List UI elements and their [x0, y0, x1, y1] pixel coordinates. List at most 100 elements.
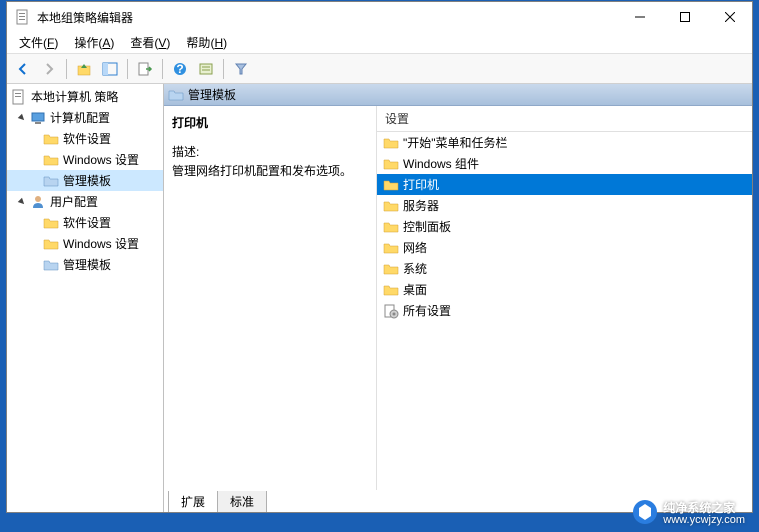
detail-desc-text: 管理网络打印机配置和发布选项。 — [172, 162, 368, 179]
list-item-label: 系统 — [403, 260, 427, 277]
titlebar: 本地组策略编辑器 — [7, 2, 752, 32]
watermark: 纯净系统之家 www.ycwjzy.com — [631, 498, 745, 526]
folder-icon — [43, 236, 59, 252]
folder-icon — [383, 261, 399, 277]
list-item-label: 网络 — [403, 239, 427, 256]
watermark-url: www.ycwjzy.com — [663, 514, 745, 526]
detail-pane: 打印机 描述: 管理网络打印机配置和发布选项。 — [164, 106, 377, 490]
detail-title: 打印机 — [172, 114, 368, 131]
user-icon — [30, 194, 46, 210]
list-item[interactable]: Windows 组件 — [377, 153, 752, 174]
tree-computer-config[interactable]: 计算机配置 — [7, 107, 163, 128]
list-item[interactable]: 桌面 — [377, 279, 752, 300]
menu-file[interactable]: 文件(F) — [11, 32, 66, 53]
help-button[interactable]: ? — [168, 57, 192, 81]
folder-icon — [383, 240, 399, 256]
list-item[interactable]: 服务器 — [377, 195, 752, 216]
list-item-label: 所有设置 — [403, 302, 451, 319]
folder-icon — [383, 282, 399, 298]
toolbar-separator — [66, 59, 67, 79]
list-item-label: 服务器 — [403, 197, 439, 214]
right-body: 打印机 描述: 管理网络打印机配置和发布选项。 设置 "开始"菜单和任务栏 Win… — [164, 106, 752, 490]
filter-button[interactable] — [229, 57, 253, 81]
tree-software-settings[interactable]: 软件设置 — [7, 128, 163, 149]
list-item[interactable]: 控制面板 — [377, 216, 752, 237]
list-item-label: Windows 组件 — [403, 155, 479, 172]
list-pane[interactable]: 设置 "开始"菜单和任务栏 Windows 组件打印机服务器控制面板网络系统桌面所… — [377, 106, 752, 490]
tree-label: 管理模板 — [63, 256, 111, 273]
tree-label: 管理模板 — [63, 172, 111, 189]
folder-icon — [168, 87, 184, 103]
menu-help[interactable]: 帮助(H) — [178, 32, 235, 53]
tab-standard[interactable]: 标准 — [217, 491, 267, 512]
policy-icon — [11, 89, 27, 105]
list-item-label: 打印机 — [403, 176, 439, 193]
list-item[interactable]: 打印机 — [377, 174, 752, 195]
computer-icon — [30, 110, 46, 126]
right-pane: 管理模板 打印机 描述: 管理网络打印机配置和发布选项。 设置 "开始"菜单和任… — [164, 84, 752, 512]
forward-button[interactable] — [37, 57, 61, 81]
toolbar-separator — [127, 59, 128, 79]
folder-icon — [43, 173, 59, 189]
list-item[interactable]: 网络 — [377, 237, 752, 258]
tree-label: Windows 设置 — [63, 151, 139, 168]
tree-label: 本地计算机 策略 — [31, 88, 118, 105]
show-hide-tree-button[interactable] — [98, 57, 122, 81]
tree-collapse-icon[interactable] — [15, 111, 29, 125]
list-item-label: "开始"菜单和任务栏 — [403, 134, 508, 151]
folder-icon — [383, 198, 399, 214]
folder-icon — [383, 177, 399, 193]
close-button[interactable] — [707, 2, 752, 32]
list-item-label: 控制面板 — [403, 218, 451, 235]
folder-icon — [43, 257, 59, 273]
tree-label: 计算机配置 — [50, 109, 110, 126]
folder-icon — [43, 215, 59, 231]
tree-label: 软件设置 — [63, 214, 111, 231]
settings-icon — [383, 303, 399, 319]
tree-windows-settings[interactable]: Windows 设置 — [7, 149, 163, 170]
list-item[interactable]: "开始"菜单和任务栏 — [377, 132, 752, 153]
menu-view[interactable]: 查看(V) — [122, 32, 178, 53]
tree-root[interactable]: 本地计算机 策略 — [7, 86, 163, 107]
tree-label: 软件设置 — [63, 130, 111, 147]
toolbar-separator — [162, 59, 163, 79]
folder-icon — [383, 135, 399, 151]
tree-label: Windows 设置 — [63, 235, 139, 252]
tree-software-settings[interactable]: 软件设置 — [7, 212, 163, 233]
toolbar-separator — [223, 59, 224, 79]
content-area: 本地计算机 策略 计算机配置 软件设置 Windows 设置 — [7, 84, 752, 512]
watermark-brand: 纯净系统之家 — [663, 499, 745, 516]
menubar: 文件(F) 操作(A) 查看(V) 帮助(H) — [7, 32, 752, 54]
tree-admin-templates[interactable]: 管理模板 — [7, 254, 163, 275]
list-item[interactable]: 所有设置 — [377, 300, 752, 321]
breadcrumb-label: 管理模板 — [188, 86, 236, 103]
export-button[interactable] — [133, 57, 157, 81]
minimize-button[interactable] — [617, 2, 662, 32]
tree-collapse-icon[interactable] — [15, 195, 29, 209]
menu-action[interactable]: 操作(A) — [66, 32, 122, 53]
folder-icon — [383, 219, 399, 235]
tree-label: 用户配置 — [50, 193, 98, 210]
folder-icon — [43, 131, 59, 147]
up-button[interactable] — [72, 57, 96, 81]
list-item[interactable]: 系统 — [377, 258, 752, 279]
tree-windows-settings[interactable]: Windows 设置 — [7, 233, 163, 254]
breadcrumb: 管理模板 — [164, 84, 752, 106]
tree-user-config[interactable]: 用户配置 — [7, 191, 163, 212]
back-button[interactable] — [11, 57, 35, 81]
app-window: 本地组策略编辑器 文件(F) 操作(A) 查看(V) 帮助(H) ? — [6, 1, 753, 513]
svg-text:?: ? — [176, 62, 183, 76]
list-header-settings[interactable]: 设置 — [377, 106, 752, 132]
list-item-label: 桌面 — [403, 281, 427, 298]
app-icon — [15, 9, 31, 25]
tree-admin-templates[interactable]: 管理模板 — [7, 170, 163, 191]
properties-button[interactable] — [194, 57, 218, 81]
maximize-button[interactable] — [662, 2, 707, 32]
tree-pane[interactable]: 本地计算机 策略 计算机配置 软件设置 Windows 设置 — [7, 84, 164, 512]
titlebar-text: 本地组策略编辑器 — [37, 9, 617, 26]
detail-desc-label: 描述: — [172, 143, 368, 160]
tab-extended[interactable]: 扩展 — [168, 491, 218, 512]
folder-icon — [43, 152, 59, 168]
titlebar-buttons — [617, 2, 752, 32]
folder-icon — [383, 156, 399, 172]
